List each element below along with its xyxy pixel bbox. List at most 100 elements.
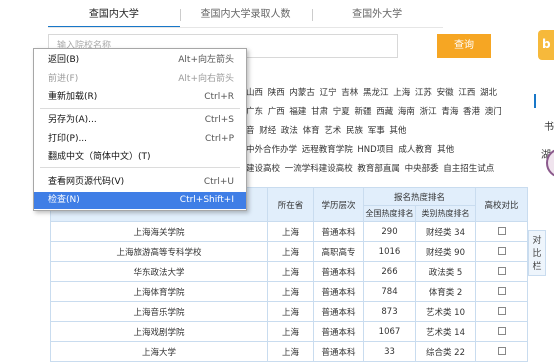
feature-links-row[interactable]: 建设高校 一流学科建设高校 教育部直属 中央部委 自主招生试点	[246, 162, 494, 174]
school-type-links-row[interactable]: 中外合作办学 远程教育学院 HND项目 成人教育 其他	[246, 143, 454, 155]
ctx-back-item[interactable]: 返回(B) Alt+向左箭头	[34, 52, 246, 69]
compare-cell	[475, 301, 529, 322]
ctx-forward-item[interactable]: 前进(F) Alt+向右箭头	[34, 71, 246, 88]
province-cell: 上海	[267, 301, 314, 322]
compare-checkbox[interactable]	[497, 267, 506, 275]
category-rank-cell: 财经类 90	[414, 241, 477, 262]
side-banner-glyph: b	[542, 37, 551, 51]
header-category-rank: 类别热度排名	[414, 205, 477, 222]
header-province: 所在省	[267, 187, 314, 222]
table-row: 华东政法大学 上海 普通本科 266 政法类 5	[50, 261, 529, 282]
top-tabs: 查国内大学 查国内大学录取人数 查国外大学	[48, 0, 443, 28]
national-rank-cell: 290	[363, 221, 416, 242]
compare-checkbox[interactable]	[497, 287, 506, 295]
table-row: 上海大学 上海 普通本科 33 综合类 22	[50, 341, 529, 362]
school-name-link[interactable]: 上海旅游高等专科学校	[50, 241, 268, 262]
level-cell: 普通本科	[313, 261, 364, 282]
national-rank-cell: 784	[363, 281, 416, 302]
menu-item-shortcut: Ctrl+S	[204, 115, 234, 125]
compare-sidebar[interactable]: 对 比 栏	[528, 230, 546, 276]
menu-item-label: 重新加载(R)	[48, 92, 98, 102]
ctx-save-as-item[interactable]: 另存为(A)... Ctrl+S	[34, 112, 246, 129]
province-cell: 上海	[267, 341, 314, 362]
table-row: 上海音乐学院 上海 普通本科 873 艺术类 10	[50, 301, 529, 322]
compare-checkbox[interactable]	[497, 307, 506, 315]
province-cell: 上海	[267, 221, 314, 242]
level-cell: 普通本科	[313, 321, 364, 342]
national-rank-cell: 1067	[363, 321, 416, 342]
category-rank-cell: 政法类 5	[414, 261, 477, 282]
tab-domestic-universities[interactable]: 查国内大学	[48, 0, 180, 28]
national-rank-cell: 266	[363, 261, 416, 282]
tab-domestic-admissions[interactable]: 查国内大学录取人数	[180, 0, 312, 28]
side-text: 书	[544, 122, 554, 133]
school-name-link[interactable]: 华东政法大学	[50, 261, 268, 282]
school-name-link[interactable]: 上海戏剧学院	[50, 321, 268, 342]
level-cell: 高职高专	[313, 241, 364, 262]
level-cell: 普通本科	[313, 281, 364, 302]
province-cell: 上海	[267, 261, 314, 282]
ctx-inspect-item[interactable]: 检查(N) Ctrl+Shift+I	[34, 192, 246, 209]
menu-item-label: 返回(B)	[48, 55, 80, 65]
compare-checkbox[interactable]	[497, 247, 506, 255]
menu-item-shortcut: Alt+向右箭头	[178, 74, 234, 84]
menu-item-label: 另存为(A)...	[48, 115, 97, 125]
category-rank-cell: 艺术类 14	[414, 321, 477, 342]
menu-item-label: 翻成中文（简体中文）(T)	[48, 152, 151, 162]
tab-underline	[48, 27, 443, 28]
table-row: 上海旅游高等专科学校 上海 高职高专 1016 财经类 90	[50, 241, 529, 262]
level-cell: 普通本科	[313, 301, 364, 322]
table-row: 上海戏剧学院 上海 普通本科 1067 艺术类 14	[50, 321, 529, 342]
compare-cell	[475, 241, 529, 262]
menu-separator	[40, 108, 240, 109]
compare-checkbox[interactable]	[497, 227, 506, 235]
province-cell: 上海	[267, 321, 314, 342]
side-banner[interactable]: b	[538, 30, 554, 60]
school-name-link[interactable]: 上海体育学院	[50, 281, 268, 302]
tab-divider	[312, 9, 313, 21]
province-cell: 上海	[267, 281, 314, 302]
compare-cell	[475, 281, 529, 302]
region-links-row-2[interactable]: 广东 广西 福建 甘肃 宁夏 新疆 西藏 海南 浙江 青海 香港 澳门	[246, 105, 502, 117]
compare-cell	[475, 341, 529, 362]
compare-checkbox[interactable]	[497, 327, 506, 335]
menu-item-label: 查看网页源代码(V)	[48, 177, 125, 187]
header-national-rank: 全国热度排名	[363, 205, 416, 222]
university-table: 所在省 学历层次 报名热度排名 高校对比 全国热度排名 类别热度排名 上海海关学…	[50, 187, 529, 362]
region-links-row-1[interactable]: 山西 陕西 内蒙古 辽宁 吉林 黑龙江 上海 江苏 安徽 江西 湖北	[246, 86, 497, 98]
table-row: 上海海关学院 上海 普通本科 290 财经类 34	[50, 221, 529, 242]
tab-divider	[180, 9, 181, 21]
header-rank-group: 报名热度排名	[362, 187, 477, 206]
search-button[interactable]: 查询	[437, 34, 491, 58]
menu-item-label: 打印(P)...	[48, 134, 88, 144]
school-name-link[interactable]: 上海大学	[50, 341, 268, 362]
menu-item-shortcut: Alt+向左箭头	[178, 55, 234, 65]
compare-cell	[475, 221, 529, 242]
national-rank-cell: 1016	[363, 241, 416, 262]
menu-item-shortcut: Ctrl+R	[204, 92, 234, 102]
school-name-link[interactable]: 上海音乐学院	[50, 301, 268, 322]
province-cell: 上海	[267, 241, 314, 262]
side-accent-bar	[534, 94, 536, 108]
compare-checkbox[interactable]	[497, 347, 506, 355]
table-row: 上海体育学院 上海 普通本科 784 体育类 2	[50, 281, 529, 302]
school-name-link[interactable]: 上海海关学院	[50, 221, 268, 242]
category-rank-cell: 财经类 34	[414, 221, 477, 242]
national-rank-cell: 33	[363, 341, 416, 362]
ctx-reload-item[interactable]: 重新加载(R) Ctrl+R	[34, 89, 246, 106]
ctx-print-item[interactable]: 打印(P)... Ctrl+P	[34, 131, 246, 148]
level-cell: 普通本科	[313, 341, 364, 362]
category-rank-cell: 体育类 2	[414, 281, 477, 302]
ctx-view-source-item[interactable]: 查看网页源代码(V) Ctrl+U	[34, 174, 246, 191]
category-rank-cell: 综合类 22	[414, 341, 477, 362]
menu-item-shortcut: Ctrl+P	[205, 134, 234, 144]
tab-foreign-universities[interactable]: 查国外大学	[311, 0, 443, 28]
category-rank-cell: 艺术类 10	[414, 301, 477, 322]
menu-item-label: 前进(F)	[48, 74, 79, 84]
category-links-row[interactable]: 音 财经 政法 体育 艺术 民族 军事 其他	[246, 124, 406, 136]
level-cell: 普通本科	[313, 221, 364, 242]
header-compare: 高校对比	[475, 187, 529, 222]
header-level: 学历层次	[313, 187, 364, 222]
ctx-translate-item[interactable]: 翻成中文（简体中文）(T)	[34, 149, 246, 166]
menu-separator	[40, 167, 240, 168]
